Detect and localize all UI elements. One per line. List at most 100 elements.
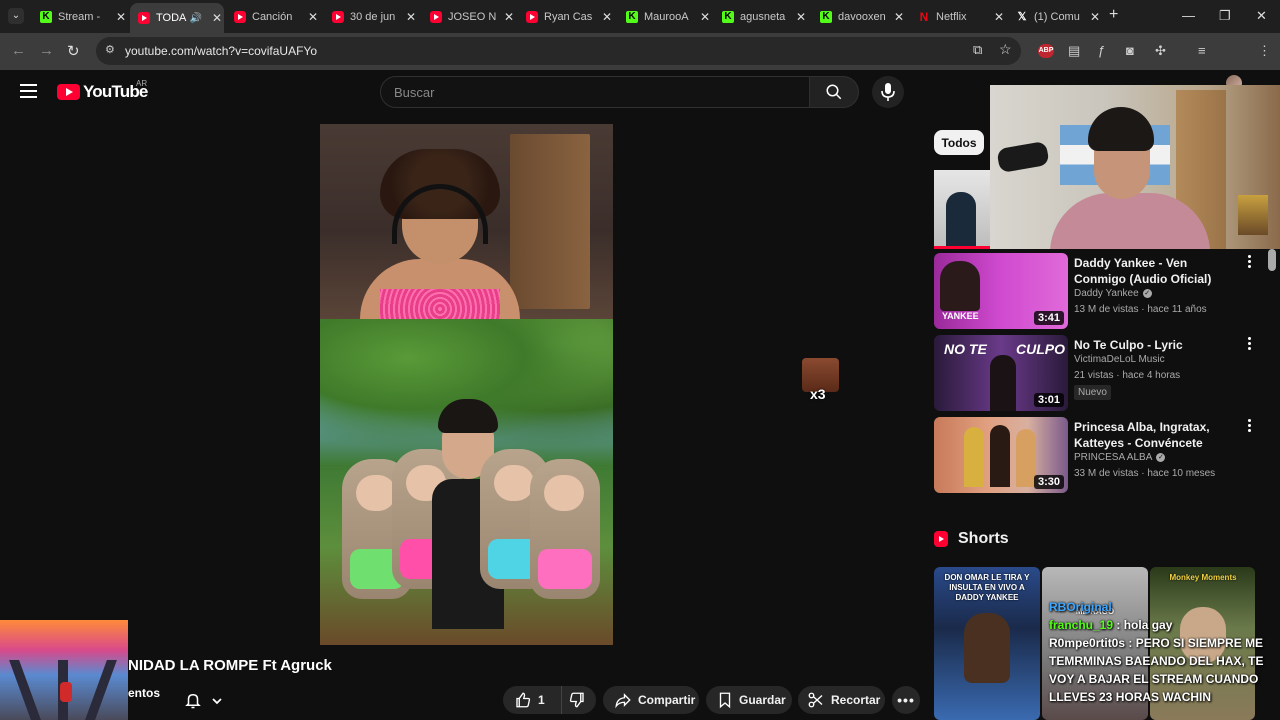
kick-icon: K <box>626 11 638 23</box>
tab-30-de-jun[interactable]: 30 de jun ✕ <box>324 5 418 29</box>
close-icon[interactable]: ✕ <box>210 11 224 25</box>
search-box[interactable] <box>380 76 810 108</box>
tab-netflix[interactable]: N Netflix ✕ <box>910 5 1006 29</box>
close-icon[interactable]: ✕ <box>404 10 418 24</box>
new-tab-icon[interactable]: + <box>1109 6 1118 24</box>
address-bar[interactable]: ⚙ youtube.com/watch?v=covifaUAFYo ⧉ ☆ <box>96 37 1021 65</box>
microphone-icon <box>881 83 895 101</box>
tab-label: agusneta <box>740 11 786 23</box>
tab-label: MaurooA <box>644 11 689 23</box>
minimize-icon[interactable]: — <box>1182 8 1195 23</box>
extension-script-icon[interactable]: ƒ <box>1098 43 1105 58</box>
menu-icon[interactable] <box>20 84 37 98</box>
video-player[interactable] <box>320 124 613 645</box>
playing-thumbnail[interactable] <box>934 170 990 249</box>
recommendation-title[interactable]: Princesa Alba, Ingratax, Katteyes - Conv… <box>1074 419 1242 451</box>
chat-username: franchu_19 <box>1049 618 1114 632</box>
extensions-puzzle-icon[interactable]: ✣ <box>1155 43 1166 59</box>
more-vertical-icon[interactable] <box>1246 255 1252 271</box>
close-icon[interactable]: ✕ <box>1088 10 1102 24</box>
youtube-icon <box>138 12 150 24</box>
microphone-arm <box>996 140 1050 174</box>
chip-all[interactable]: Todos <box>934 130 984 155</box>
tab-x-comu[interactable]: 𝕏 (1) Comu ✕ <box>1008 5 1102 29</box>
extension-camera-icon[interactable]: ◙ <box>1126 43 1134 58</box>
close-icon[interactable]: ✕ <box>306 10 320 24</box>
tab-stream[interactable]: K Stream - ✕ <box>32 5 128 29</box>
bell-icon <box>185 693 201 709</box>
close-icon[interactable]: ✕ <box>600 10 614 24</box>
adblock-icon[interactable]: ABP <box>1038 44 1054 58</box>
channel-name[interactable]: Daddy Yankee ✓ <box>1074 288 1152 299</box>
tab-label: Netflix <box>936 11 967 23</box>
tab-cancion[interactable]: Canción ✕ <box>226 5 320 29</box>
tab-agusneta[interactable]: K agusneta ✕ <box>714 5 808 29</box>
browser-tab-bar: ⌄ K Stream - ✕ TODA 🔊 ✕ Canción ✕ 30 de … <box>0 0 1280 33</box>
video-thumbnail[interactable]: NO TE CULPO 3:01 <box>934 335 1068 411</box>
browser-menu-icon[interactable]: ⋮ <box>1258 43 1271 59</box>
back-icon[interactable]: ← <box>11 42 26 59</box>
duration-badge: 3:41 <box>1033 311 1064 325</box>
install-app-icon[interactable]: ⧉ <box>973 42 982 58</box>
notifications-button[interactable] <box>176 686 236 714</box>
extension-icon[interactable]: ▤ <box>1068 43 1080 59</box>
voice-search-button[interactable] <box>872 76 904 108</box>
reload-icon[interactable]: ↻ <box>67 42 80 60</box>
channel-name[interactable]: PRINCESA ALBA ✓ <box>1074 452 1166 463</box>
close-icon[interactable]: ✕ <box>502 10 516 24</box>
recommendation-title[interactable]: Daddy Yankee - Ven Conmigo (Audio Oficia… <box>1074 255 1242 287</box>
media-control-icon[interactable]: ≡ <box>1198 43 1206 58</box>
video-thumbnail[interactable]: YANKEE 3:41 <box>934 253 1068 329</box>
verified-icon: ✓ <box>1156 452 1166 462</box>
chevron-down-icon <box>212 698 222 705</box>
kick-icon: K <box>40 11 52 23</box>
tab-ryan-cas[interactable]: Ryan Cas ✕ <box>518 5 614 29</box>
speaker-icon[interactable]: 🔊 <box>190 13 202 24</box>
tab-label: Canción <box>252 11 293 23</box>
tab-toda[interactable]: TODA 🔊 ✕ <box>130 3 224 33</box>
bookmark-star-icon[interactable]: ☆ <box>999 41 1012 58</box>
more-vertical-icon[interactable] <box>1246 337 1252 353</box>
youtube-logo[interactable]: YouTube AR <box>57 79 148 101</box>
search-input[interactable] <box>381 77 809 107</box>
netflix-icon: N <box>919 10 929 24</box>
close-icon[interactable]: ✕ <box>698 10 712 24</box>
stream-emote-overlay: x3 <box>802 358 839 403</box>
clip-button[interactable]: Recortar <box>798 686 885 714</box>
dislike-button[interactable] <box>561 686 596 714</box>
forward-icon[interactable]: → <box>39 42 54 59</box>
close-icon[interactable]: ✕ <box>892 10 906 24</box>
channel-name[interactable]: VictimaDeLoL Music <box>1074 354 1165 365</box>
duration-badge: 3:30 <box>1033 475 1064 489</box>
save-button[interactable]: Guardar <box>706 686 792 714</box>
share-button[interactable]: Compartir <box>603 686 699 714</box>
close-icon[interactable]: ✕ <box>992 10 1006 24</box>
chat-username: R0mpe0rtit0s <box>1049 636 1126 650</box>
tab-davooxen[interactable]: K davooxen ✕ <box>812 5 906 29</box>
like-button[interactable]: 1 <box>503 686 561 714</box>
tab-list-chevron-icon[interactable]: ⌄ <box>8 8 24 24</box>
more-vertical-icon[interactable] <box>1246 419 1252 435</box>
more-actions-button[interactable]: ••• <box>892 686 920 714</box>
restore-icon[interactable]: ❐ <box>1219 8 1231 24</box>
video-thumbnail[interactable]: 3:30 <box>934 417 1068 493</box>
window-close-icon[interactable]: ✕ <box>1256 8 1267 24</box>
recommendation-item[interactable]: 3:30 Princesa Alba, Ingratax, Katteyes -… <box>934 417 1264 495</box>
sidebar-scrollbar[interactable] <box>1268 249 1276 271</box>
site-info-icon[interactable]: ⚙ <box>105 43 115 56</box>
recommendation-title[interactable]: No Te Culpo - Lyric <box>1074 337 1242 353</box>
short-item[interactable]: DON OMAR LE TIRA Y INSULTA EN VIVO A DAD… <box>934 567 1040 720</box>
tab-label: davooxen <box>838 11 886 23</box>
tab-maurooa[interactable]: K MaurooA ✕ <box>618 5 712 29</box>
video-meta: 21 vistas · hace 4 horas <box>1074 370 1181 381</box>
recommendation-item[interactable]: YANKEE 3:41 Daddy Yankee - Ven Conmigo (… <box>934 253 1264 331</box>
url-text[interactable]: youtube.com/watch?v=covifaUAFYo <box>125 44 317 58</box>
recommendation-item[interactable]: NO TE CULPO 3:01 No Te Culpo - Lyric Vic… <box>934 335 1264 413</box>
close-icon[interactable]: ✕ <box>114 10 128 24</box>
youtube-play-icon <box>57 84 80 100</box>
tab-joseo[interactable]: JOSEO N ✕ <box>422 5 516 29</box>
close-icon[interactable]: ✕ <box>794 10 808 24</box>
chip-label: Todos <box>941 135 977 150</box>
search-button[interactable] <box>809 76 859 108</box>
kick-icon: K <box>820 11 832 23</box>
